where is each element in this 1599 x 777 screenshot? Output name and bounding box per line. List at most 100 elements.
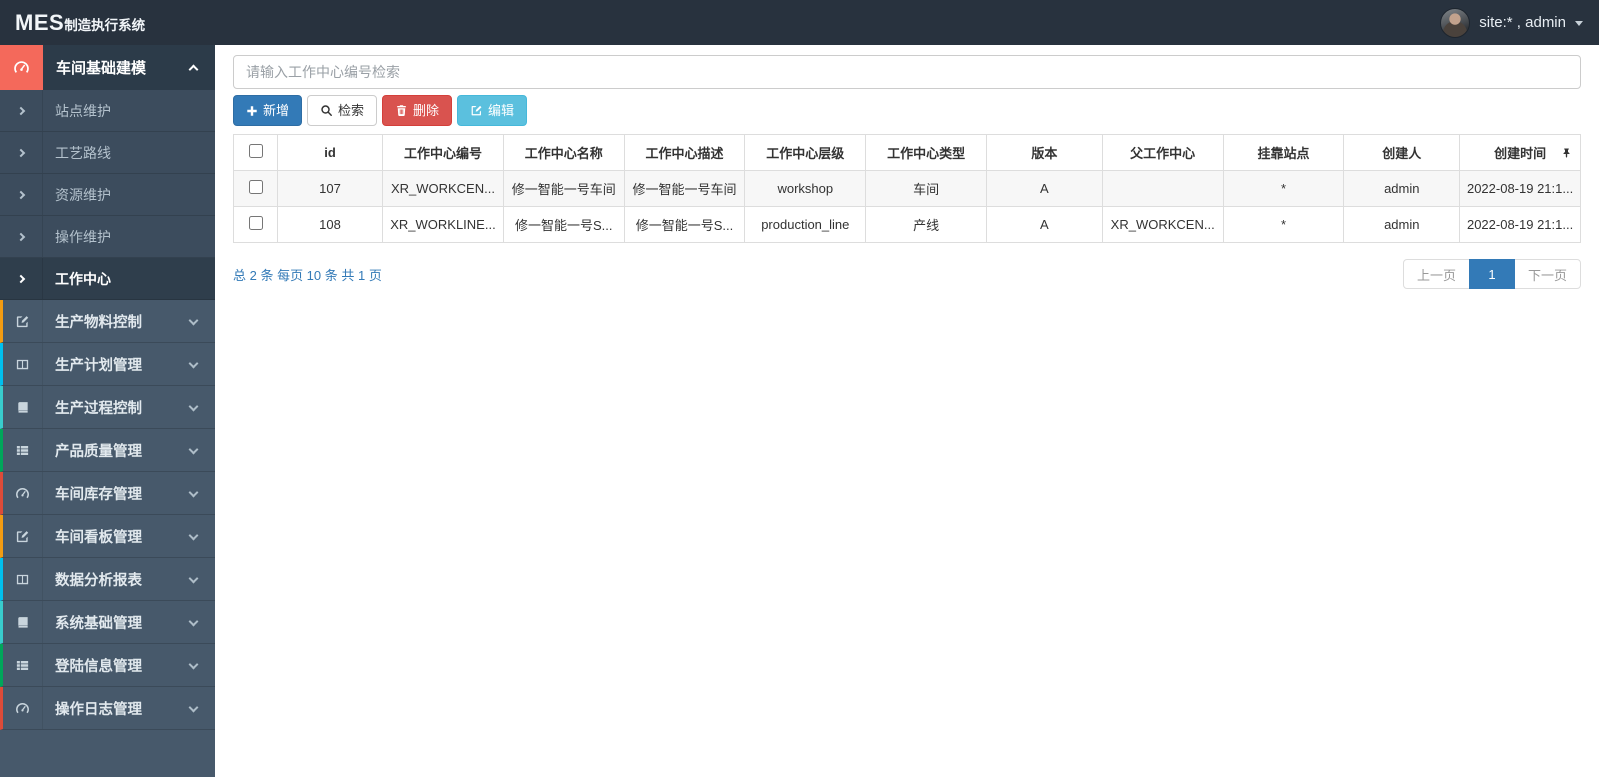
row-checkbox[interactable] — [248, 180, 263, 194]
pencil-square-icon — [3, 515, 43, 557]
sidebar-item-label: 生产计划管理 — [55, 357, 142, 374]
sidebar-item-label: 车间库存管理 — [55, 486, 142, 503]
sidebar-item-login-info-management[interactable]: 登陆信息管理 — [0, 644, 215, 687]
avatar[interactable] — [1440, 7, 1471, 38]
chevron-down-icon — [188, 530, 199, 540]
chevron-right-icon — [16, 232, 26, 241]
table-header-row: id 工作中心编号 工作中心名称 工作中心描述 工作中心层级 工作中心类型 版本… — [233, 134, 1581, 171]
sidebar-main-menu: 生产物料控制 生产计划管理 生产过程控制 产品质量管理 车间库存管理 车间看板管… — [0, 300, 215, 730]
next-page-button[interactable]: 下一页 — [1513, 259, 1581, 289]
user-label: site:* , admin — [1479, 14, 1566, 31]
sidebar-item-station-maintenance[interactable]: 站点维护 — [0, 90, 215, 132]
sidebar-item-production-plan-management[interactable]: 生产计划管理 — [0, 343, 215, 386]
sidebar-item-label: 生产物料控制 — [55, 314, 142, 331]
plus-icon — [246, 105, 258, 117]
sidebar-item-label: 操作日志管理 — [55, 701, 142, 718]
col-header-version[interactable]: 版本 — [985, 134, 1103, 171]
sidebar-item-workshop-inventory-management[interactable]: 车间库存管理 — [0, 472, 215, 515]
search-input[interactable] — [233, 55, 1581, 89]
app-logo: MES 制造执行系统 — [0, 10, 145, 36]
chevron-down-icon — [188, 358, 199, 368]
sidebar-item-operation-maintenance[interactable]: 操作维护 — [0, 216, 215, 258]
sidebar-item-label: 站点维护 — [55, 102, 111, 119]
select-all-cell — [233, 134, 278, 171]
chevron-down-icon — [188, 315, 199, 325]
top-navbar: MES 制造执行系统 site:* , admin — [0, 0, 1599, 45]
prev-page-button[interactable]: 上一页 — [1402, 259, 1470, 289]
brand-bold: MES — [15, 9, 65, 35]
workshop-base-modeling-submenu: 站点维护 工艺路线 资源维护 操作维护 工作中心 — [0, 90, 215, 300]
sidebar-item-system-base-management[interactable]: 系统基础管理 — [0, 601, 215, 644]
search-icon — [320, 104, 333, 117]
toolbar: 新增 检索 删除 编辑 — [233, 95, 1581, 126]
sidebar-item-data-analysis-report[interactable]: 数据分析报表 — [0, 558, 215, 601]
sidebar-item-label: 车间看板管理 — [55, 529, 142, 546]
sidebar-item-label: 资源维护 — [55, 186, 111, 203]
col-header-level[interactable]: 工作中心层级 — [744, 134, 867, 171]
chevron-down-icon — [188, 487, 199, 497]
main-content: 新增 检索 删除 编辑 id 工作 — [215, 33, 1599, 289]
caret-down-icon — [1575, 21, 1583, 26]
select-all-checkbox[interactable] — [248, 144, 263, 158]
gauge-icon — [3, 472, 43, 514]
pencil-square-icon — [3, 300, 43, 342]
pagination: 上一页 1 下一页 — [1402, 259, 1581, 289]
work-center-table: id 工作中心编号 工作中心名称 工作中心描述 工作中心层级 工作中心类型 版本… — [233, 134, 1581, 243]
trash-icon — [395, 104, 408, 117]
book-icon — [3, 386, 43, 428]
sidebar-item-label: 数据分析报表 — [55, 572, 142, 589]
col-header-creator[interactable]: 创建人 — [1343, 134, 1461, 171]
sidebar-item-product-quality-management[interactable]: 产品质量管理 — [0, 429, 215, 472]
book-icon — [3, 601, 43, 643]
sidebar-item-production-material-control[interactable]: 生产物料控制 — [0, 300, 215, 343]
chevron-right-icon — [16, 274, 26, 283]
edit-button[interactable]: 编辑 — [457, 95, 528, 126]
gauge-icon — [3, 687, 43, 729]
add-button[interactable]: 新增 — [233, 95, 303, 126]
col-header-station[interactable]: 挂靠站点 — [1222, 134, 1345, 171]
page-1-button[interactable]: 1 — [1468, 259, 1515, 289]
chevron-down-icon — [188, 616, 199, 626]
col-header-type[interactable]: 工作中心类型 — [865, 134, 987, 171]
chevron-up-icon — [188, 64, 199, 75]
chevron-down-icon — [188, 702, 199, 712]
table-row[interactable]: 108 XR_WORKLINE... 修一智能一号S... 修一智能一号S...… — [233, 206, 1581, 243]
row-checkbox[interactable] — [248, 216, 263, 230]
sidebar-item-label: 车间基础建模 — [56, 60, 147, 77]
col-header-id[interactable]: id — [276, 134, 384, 171]
col-header-name[interactable]: 工作中心名称 — [502, 134, 625, 171]
chevron-right-icon — [16, 148, 26, 157]
sidebar-item-label: 工作中心 — [55, 270, 111, 287]
sidebar-item-workshop-base-modeling[interactable]: 车间基础建模 — [0, 45, 215, 90]
columns-icon — [3, 343, 43, 385]
chevron-down-icon — [188, 573, 199, 583]
sidebar-item-label: 工艺路线 — [55, 144, 111, 161]
sidebar-item-work-center[interactable]: 工作中心 — [0, 258, 215, 300]
sidebar-item-label: 操作维护 — [55, 228, 111, 245]
th-list-icon — [3, 644, 43, 686]
table-row[interactable]: 107 XR_WORKCEN... 修一智能一号车间 修一智能一号车间 work… — [233, 170, 1581, 207]
sidebar-item-process-route[interactable]: 工艺路线 — [0, 132, 215, 174]
chevron-right-icon — [16, 190, 26, 199]
pagination-summary: 总 2 条 每页 10 条 共 1 页 — [233, 267, 382, 283]
table-footer: 总 2 条 每页 10 条 共 1 页 上一页 1 下一页 — [233, 259, 1581, 289]
sidebar-item-label: 登陆信息管理 — [55, 658, 142, 675]
col-header-parent[interactable]: 父工作中心 — [1101, 134, 1224, 171]
user-menu[interactable]: site:* , admin — [1440, 7, 1599, 38]
sidebar-item-label: 生产过程控制 — [55, 400, 142, 417]
sidebar-item-label: 产品质量管理 — [55, 443, 142, 460]
sidebar-item-label: 系统基础管理 — [55, 615, 142, 632]
sidebar-item-resource-maintenance[interactable]: 资源维护 — [0, 174, 215, 216]
sidebar-item-operation-log-management[interactable]: 操作日志管理 — [0, 687, 215, 730]
col-header-description[interactable]: 工作中心描述 — [623, 134, 746, 171]
col-header-code[interactable]: 工作中心编号 — [382, 134, 504, 171]
search-button[interactable]: 检索 — [307, 95, 378, 126]
sidebar-item-workshop-kanban-management[interactable]: 车间看板管理 — [0, 515, 215, 558]
delete-button[interactable]: 删除 — [382, 95, 453, 126]
th-list-icon — [3, 429, 43, 471]
pin-icon[interactable] — [1561, 147, 1572, 159]
col-header-created-time[interactable]: 创建时间 — [1459, 134, 1581, 171]
chevron-down-icon — [188, 401, 199, 411]
sidebar-item-production-process-control[interactable]: 生产过程控制 — [0, 386, 215, 429]
sidebar: 车间基础建模 站点维护 工艺路线 资源维护 操作维护 工作中心 生产物料控制 生… — [0, 45, 215, 777]
